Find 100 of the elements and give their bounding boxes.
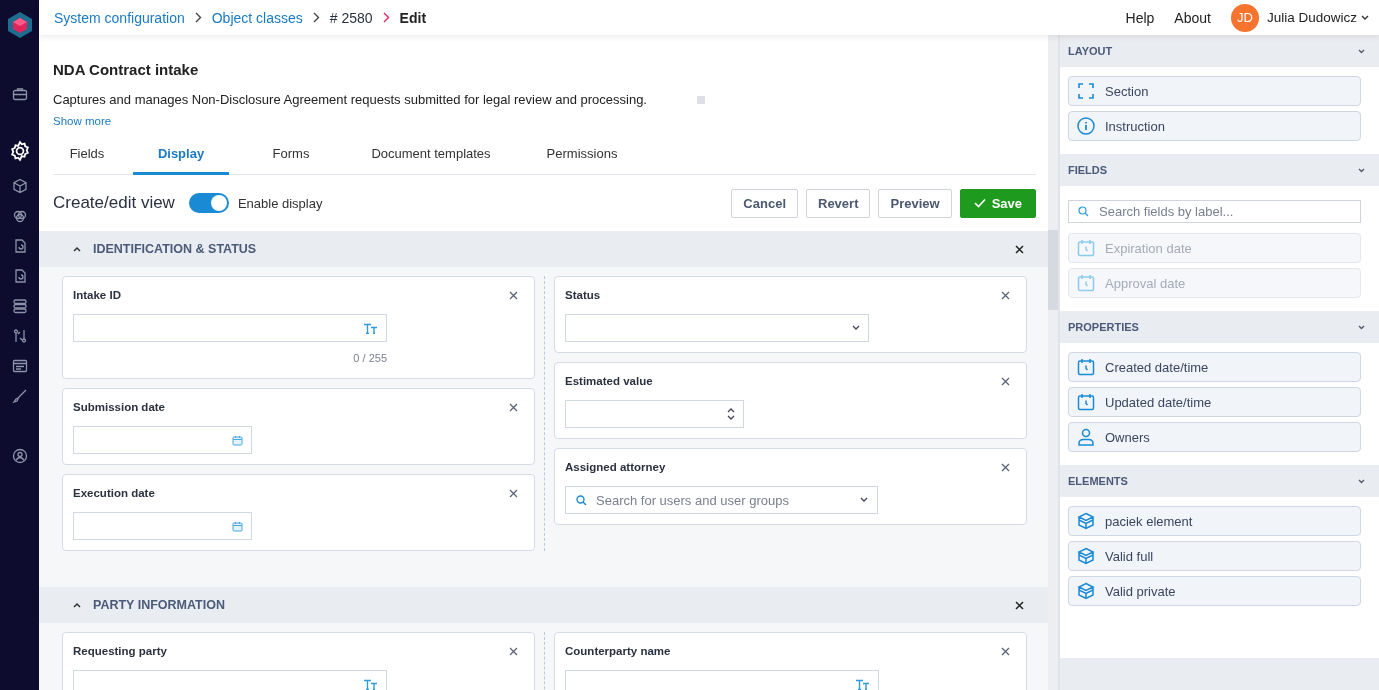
select-field[interactable] — [565, 314, 869, 342]
search-field[interactable]: Search fields by label... — [1068, 200, 1361, 223]
field-card[interactable]: Intake ID 0 / 255 — [62, 276, 535, 379]
breadcrumb-link[interactable]: Object classes — [211, 9, 303, 26]
panel-header[interactable]: PROPERTIES — [1060, 311, 1379, 343]
chevron-down-icon[interactable] — [1358, 167, 1365, 173]
box-icon — [1077, 547, 1095, 565]
section-title: IDENTIFICATION & STATUS — [93, 242, 257, 256]
info-icon — [1077, 117, 1095, 135]
field-card[interactable]: Assigned attorney Search for users and user groups — [554, 448, 1027, 525]
panel-header[interactable]: FIELDS — [1060, 154, 1379, 186]
palette-item[interactable]: Section — [1068, 76, 1361, 106]
close-icon[interactable] — [1015, 600, 1024, 610]
close-icon[interactable] — [509, 402, 518, 412]
palette-item[interactable]: Valid full — [1068, 541, 1361, 571]
field-card[interactable]: Counterparty name — [554, 632, 1027, 690]
tab[interactable]: Document templates — [351, 137, 511, 175]
toggle-switch[interactable] — [188, 193, 229, 213]
text-field[interactable] — [73, 314, 387, 342]
field-card[interactable]: Status — [554, 276, 1027, 353]
object-description: Captures and manages Non-Disclosure Agreement requests submitted for legal review and processing. — [53, 92, 647, 107]
field-label: Requesting party — [73, 645, 167, 657]
calendar-clock-icon — [1077, 393, 1095, 411]
palette-item[interactable]: Created date/time — [1068, 352, 1361, 382]
section-title: PARTY INFORMATION — [93, 598, 225, 612]
section-header[interactable]: IDENTIFICATION & STATUS — [39, 231, 1048, 267]
panel-header[interactable]: ELEMENTS — [1060, 465, 1379, 497]
close-icon[interactable] — [1015, 244, 1024, 254]
field-card[interactable]: Estimated value — [554, 362, 1027, 439]
panel-title: PROPERTIES — [1068, 321, 1139, 333]
field-card[interactable]: Requesting party — [62, 632, 535, 690]
action-button[interactable]: Cancel — [731, 188, 798, 218]
chevron-down-icon[interactable] — [1358, 48, 1365, 54]
palette-item[interactable]: paciek element — [1068, 506, 1361, 536]
chevron-down-icon[interactable] — [1358, 478, 1365, 484]
close-icon[interactable] — [1001, 646, 1010, 656]
tab[interactable]: Fields — [53, 137, 121, 175]
toggle-label: Enable display — [237, 195, 323, 211]
field-label: Submission date — [73, 401, 166, 413]
check-icon — [973, 198, 986, 208]
calendar-icon — [232, 434, 243, 446]
palette-item[interactable]: Instruction — [1068, 111, 1361, 141]
breadcrumb-link[interactable]: System configuration — [54, 9, 185, 26]
object-title: NDA Contract intake — [53, 61, 200, 78]
close-icon[interactable] — [509, 646, 518, 656]
text-format-icon — [363, 678, 378, 690]
chevron-down-icon — [852, 325, 860, 331]
user-search-field[interactable]: Search for users and user groups — [565, 486, 878, 514]
field-card[interactable]: Execution date — [62, 474, 535, 551]
palette-item[interactable]: Valid private — [1068, 576, 1361, 606]
palette-item[interactable]: Updated date/time — [1068, 387, 1361, 417]
section-header[interactable]: PARTY INFORMATION — [39, 587, 1048, 623]
box-icon — [1077, 582, 1095, 600]
header-link[interactable]: Help — [1125, 9, 1155, 26]
tab[interactable]: Permissions — [527, 137, 637, 175]
user-icon — [1077, 428, 1095, 446]
stepper-icon — [727, 407, 735, 421]
chevron-right-icon — [382, 12, 390, 23]
scrollbar[interactable] — [1048, 35, 1058, 690]
date-field[interactable] — [73, 512, 252, 540]
close-icon[interactable] — [1001, 290, 1010, 300]
chevron-right-icon — [312, 12, 320, 23]
logo-icon[interactable] — [6, 11, 33, 39]
resize-handle-icon — [697, 95, 705, 104]
tab[interactable]: Forms — [241, 137, 341, 175]
field-card[interactable]: Submission date — [62, 388, 535, 465]
field-label: Estimated value — [565, 375, 653, 387]
chevron-up-icon[interactable] — [73, 246, 81, 252]
text-field[interactable] — [73, 670, 387, 690]
palette-item[interactable]: Owners — [1068, 422, 1361, 452]
close-icon[interactable] — [1001, 376, 1010, 386]
breadcrumb-text: # 2580 — [329, 9, 373, 26]
text-field[interactable] — [565, 670, 879, 690]
chevron-right-icon — [194, 12, 202, 23]
chevron-down-icon[interactable] — [1358, 324, 1365, 330]
field-label: Execution date — [73, 487, 155, 499]
field-label: Intake ID — [73, 289, 121, 301]
calendar-icon — [232, 520, 243, 532]
close-icon[interactable] — [509, 488, 518, 498]
action-button[interactable]: Revert — [806, 188, 871, 218]
tab[interactable]: Display — [133, 137, 229, 175]
show-more-link[interactable]: Show more — [53, 115, 1036, 127]
date-field[interactable] — [73, 426, 252, 454]
number-field[interactable] — [565, 400, 744, 428]
save-button[interactable]: Save — [959, 188, 1036, 218]
chevron-down-icon[interactable] — [1361, 14, 1369, 21]
calendar-clock-icon — [1077, 239, 1095, 257]
header-link[interactable]: About — [1174, 9, 1211, 26]
search-icon — [576, 495, 587, 506]
field-label: Assigned attorney — [565, 461, 666, 473]
box-icon — [1077, 512, 1095, 530]
close-icon[interactable] — [1001, 462, 1010, 472]
action-button[interactable]: Preview — [878, 188, 952, 218]
panel-title: ELEMENTS — [1068, 475, 1128, 487]
search-icon — [1078, 206, 1089, 217]
close-icon[interactable] — [509, 290, 518, 300]
panel-header[interactable]: LAYOUT — [1060, 35, 1379, 67]
user-name[interactable]: Julia Dudowicz — [1266, 10, 1357, 25]
chevron-up-icon[interactable] — [73, 602, 81, 608]
chevron-down-icon — [860, 497, 868, 503]
